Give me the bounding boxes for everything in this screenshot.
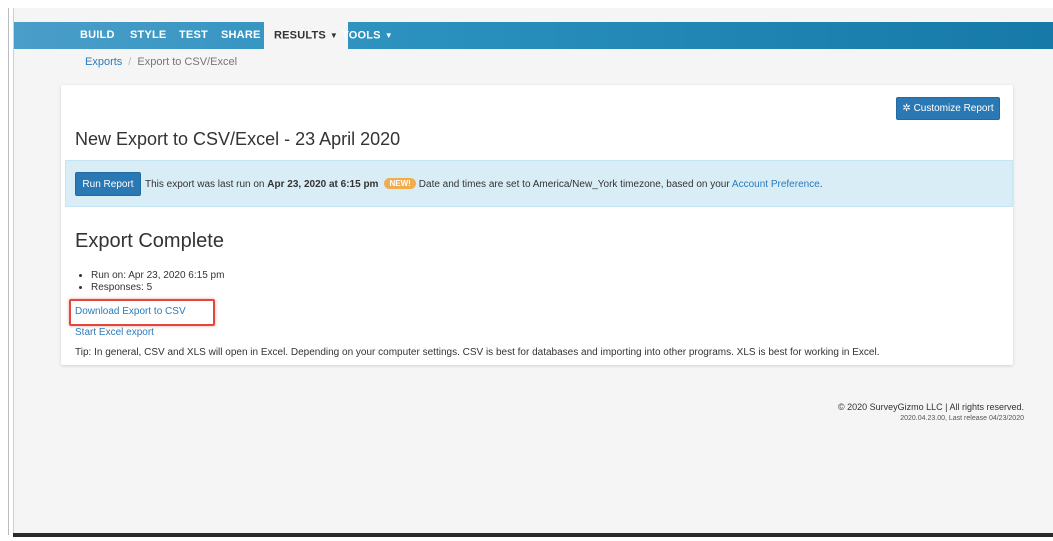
timezone-text: Date and times are set to America/New_Yo… bbox=[418, 179, 732, 190]
nav-test[interactable]: TEST bbox=[179, 22, 208, 49]
footer: © 2020 SurveyGizmo LLC | All rights rese… bbox=[838, 402, 1024, 422]
gear-icon: ✲ bbox=[902, 103, 911, 114]
page-title: New Export to CSV/Excel - 23 April 2020 bbox=[75, 129, 401, 149]
chevron-down-icon: ▼ bbox=[329, 31, 339, 40]
export-details-list: Run on: Apr 23, 2020 6:15 pm Responses: … bbox=[77, 270, 224, 294]
export-complete-heading: Export Complete bbox=[75, 230, 224, 252]
info-alert: Run Report This export was last run on A… bbox=[65, 160, 1013, 207]
account-preference-link[interactable]: Account Preference bbox=[732, 179, 820, 190]
new-badge: NEW! bbox=[384, 178, 416, 189]
last-run-date: Apr 23, 2020 at 6:15 pm bbox=[267, 179, 379, 190]
breadcrumb-exports-link[interactable]: Exports bbox=[85, 56, 122, 68]
nav-tools-label: TOOLS bbox=[342, 29, 381, 42]
alert-text: This export was last run on Apr 23, 2020… bbox=[145, 178, 823, 190]
alert-suffix: . bbox=[819, 179, 823, 190]
run-on-item: Run on: Apr 23, 2020 6:15 pm bbox=[91, 270, 224, 282]
breadcrumb-current: Export to CSV/Excel bbox=[137, 56, 238, 68]
nav-share[interactable]: SHARE bbox=[221, 22, 261, 49]
window-bottom-edge bbox=[13, 533, 1053, 537]
nav-results-label: RESULTS bbox=[274, 29, 326, 42]
chevron-down-icon: ▼ bbox=[384, 31, 393, 40]
customize-report-button[interactable]: ✲ Customize Report bbox=[896, 97, 1000, 120]
export-tip: Tip: In general, CSV and XLS will open i… bbox=[75, 347, 880, 358]
release-text: 2020.04.23.00, Last release 04/23/2020 bbox=[900, 415, 1024, 422]
report-card: ✲ Customize Report New Export to CSV/Exc… bbox=[61, 85, 1013, 365]
nav-results[interactable]: RESULTS ▼ bbox=[264, 22, 349, 49]
app-window: BUILD STYLE TEST SHARE RESULTS ▼ TOOLS ▼ E… bbox=[13, 8, 1053, 535]
nav-build[interactable]: BUILD bbox=[80, 22, 115, 49]
download-highlight-box: Download Export to CSV bbox=[69, 299, 215, 326]
copyright-text: © 2020 SurveyGizmo LLC | All rights rese… bbox=[837, 402, 1024, 412]
download-csv-link[interactable]: Download Export to CSV bbox=[75, 306, 186, 317]
breadcrumb: Exports / Export to CSV/Excel bbox=[85, 56, 237, 68]
top-nav: BUILD STYLE TEST SHARE RESULTS ▼ TOOLS ▼ bbox=[14, 22, 1053, 49]
start-excel-export-link[interactable]: Start Excel export bbox=[75, 327, 154, 338]
customize-report-label: Customize Report bbox=[913, 103, 994, 114]
nav-tools[interactable]: TOOLS ▼ bbox=[342, 22, 393, 49]
responses-item: Responses: 5 bbox=[91, 282, 224, 294]
alert-prefix: This export was last run on bbox=[145, 179, 268, 190]
run-report-button[interactable]: Run Report bbox=[75, 172, 141, 196]
nav-style[interactable]: STYLE bbox=[130, 22, 166, 49]
breadcrumb-separator: / bbox=[128, 56, 132, 68]
window-left-edge bbox=[8, 8, 9, 535]
